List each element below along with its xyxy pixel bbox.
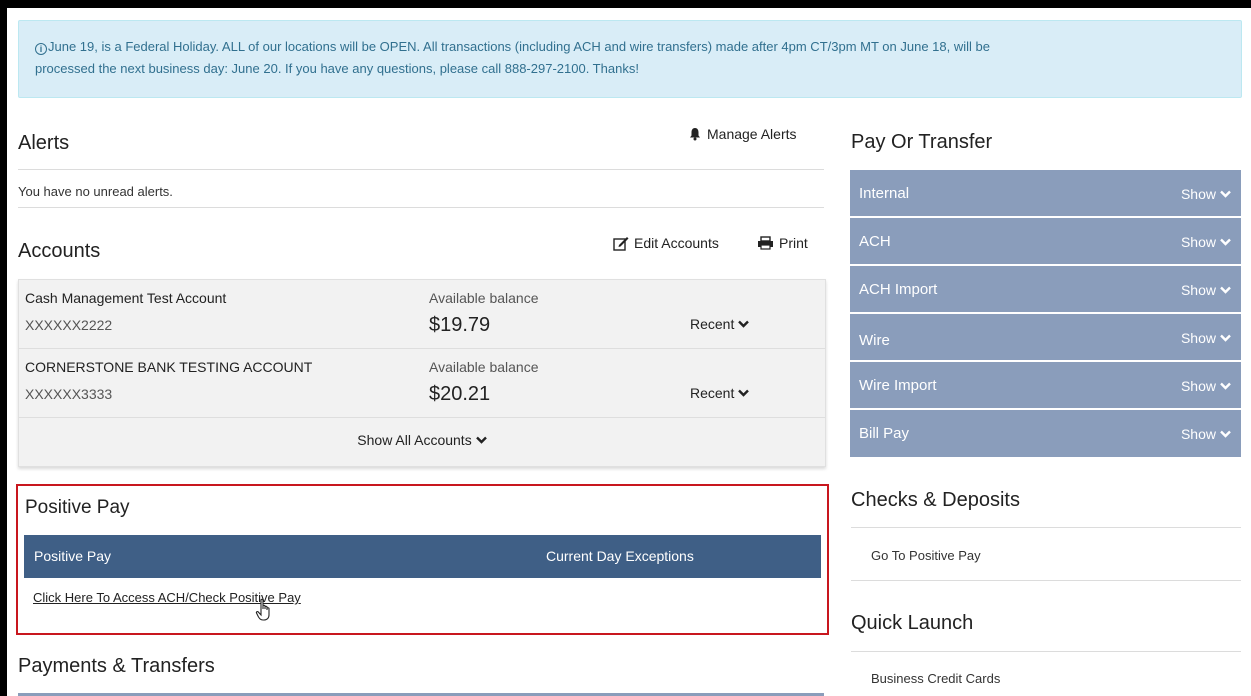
- banner-line-1: June 19, is a Federal Holiday. ALL of ou…: [48, 39, 990, 54]
- quick-launch-divider: [851, 651, 1241, 652]
- show-label: Show: [1180, 426, 1216, 442]
- window-frame-top: [0, 0, 1251, 8]
- print-link[interactable]: Print: [757, 235, 808, 251]
- recent-dropdown[interactable]: Recent: [690, 385, 750, 401]
- show-toggle[interactable]: Show: [1181, 234, 1231, 250]
- show-all-accounts-label: Show All Accounts: [357, 432, 472, 448]
- transfer-row-label: Wire: [859, 332, 890, 349]
- show-label: Show: [1180, 234, 1216, 250]
- transfer-row-wire-import[interactable]: Wire Import Show: [850, 362, 1241, 409]
- recent-label: Recent: [690, 316, 735, 332]
- transfer-row-internal[interactable]: Internal Show: [850, 170, 1241, 217]
- chevron-down-icon: [1220, 430, 1231, 438]
- account-balance: $19.79: [429, 314, 491, 336]
- accounts-list: Cash Management Test Account XXXXXX2222 …: [18, 279, 826, 467]
- chevron-down-icon: [1220, 238, 1231, 246]
- balance-label: Available balance: [429, 290, 539, 306]
- account-number: XXXXXX3333: [25, 386, 113, 402]
- transfer-row-ach[interactable]: ACH Show: [850, 218, 1241, 265]
- show-label: Show: [1180, 282, 1216, 298]
- show-label: Show: [1180, 186, 1216, 202]
- checks-deposits-bottom-divider: [851, 580, 1241, 581]
- show-all-accounts-button[interactable]: Show All Accounts: [19, 432, 825, 448]
- positive-pay-panel: Positive Pay Positive Pay Current Day Ex…: [16, 484, 829, 635]
- transfer-row-wire[interactable]: Wire Show: [850, 314, 1241, 361]
- transfer-row-label: Internal: [859, 185, 910, 202]
- transfer-row-label: Bill Pay: [859, 425, 910, 442]
- show-toggle[interactable]: Show: [1181, 426, 1231, 442]
- show-label: Show: [1180, 378, 1216, 394]
- chevron-down-icon: [1220, 286, 1231, 294]
- quick-launch-title: Quick Launch: [851, 612, 974, 634]
- edit-accounts-label: Edit Accounts: [634, 235, 719, 251]
- print-label: Print: [779, 235, 808, 251]
- edit-accounts-link[interactable]: Edit Accounts: [613, 235, 719, 251]
- transfer-row-label: Wire Import: [859, 377, 937, 394]
- chevron-down-icon: [475, 436, 487, 444]
- checks-deposits-title: Checks & Deposits: [851, 489, 1020, 511]
- show-toggle[interactable]: Show: [1181, 282, 1231, 298]
- chevron-down-icon: [1220, 334, 1231, 342]
- alerts-bottom-divider: [18, 207, 824, 208]
- transfer-row-bill-pay[interactable]: Bill Pay Show: [850, 410, 1241, 457]
- no-alerts-text: You have no unread alerts.: [18, 184, 173, 199]
- positive-pay-title: Positive Pay: [25, 497, 130, 518]
- alerts-title: Alerts: [18, 132, 70, 154]
- hand-cursor-icon: [255, 598, 270, 621]
- chevron-down-icon: [738, 389, 750, 397]
- account-balance: $20.21: [429, 383, 491, 405]
- banner-line-2: processed the next business day: June 20…: [35, 61, 639, 76]
- pay-or-transfer-title: Pay Or Transfer: [851, 131, 993, 153]
- business-credit-cards-link[interactable]: Business Credit Cards: [871, 671, 1000, 686]
- recent-label: Recent: [690, 385, 735, 401]
- pay-or-transfer-list: Internal Show ACH Show ACH Import Show W…: [850, 170, 1241, 457]
- positive-pay-column-header: Positive Pay: [34, 548, 112, 564]
- payments-transfers-title: Payments & Transfers: [18, 655, 215, 677]
- transfer-row-label: ACH: [859, 233, 891, 250]
- alerts-divider: [18, 169, 824, 170]
- recent-dropdown[interactable]: Recent: [690, 316, 750, 332]
- bell-icon: [690, 128, 700, 141]
- transfer-row-label: ACH Import: [859, 281, 938, 298]
- balance-label: Available balance: [429, 359, 539, 375]
- manage-alerts-link[interactable]: Manage Alerts: [688, 126, 797, 142]
- show-toggle[interactable]: Show: [1181, 186, 1231, 202]
- account-row[interactable]: Cash Management Test Account XXXXXX2222 …: [19, 280, 825, 349]
- go-to-positive-pay-link[interactable]: Go To Positive Pay: [871, 548, 981, 563]
- show-toggle[interactable]: Show: [1181, 330, 1231, 346]
- show-toggle[interactable]: Show: [1181, 378, 1231, 394]
- print-icon: [758, 236, 773, 250]
- account-number: XXXXXX2222: [25, 317, 113, 333]
- holiday-notice-banner: i June 19, is a Federal Holiday. ALL of o…: [18, 20, 1242, 98]
- window-frame-left: [0, 0, 7, 696]
- info-circle-icon: i: [35, 43, 47, 55]
- positive-pay-table-header: Positive Pay Current Day Exceptions: [24, 535, 821, 578]
- account-name[interactable]: Cash Management Test Account: [25, 290, 226, 306]
- chevron-down-icon: [1220, 190, 1231, 198]
- checks-deposits-divider: [851, 527, 1241, 528]
- account-name[interactable]: CORNERSTONE BANK TESTING ACCOUNT: [25, 359, 312, 375]
- accounts-title: Accounts: [18, 240, 101, 262]
- account-row[interactable]: CORNERSTONE BANK TESTING ACCOUNT XXXXXX3…: [19, 349, 825, 418]
- chevron-down-icon: [738, 320, 750, 328]
- manage-alerts-label: Manage Alerts: [707, 126, 797, 142]
- transfer-row-ach-import[interactable]: ACH Import Show: [850, 266, 1241, 313]
- edit-icon: [613, 236, 629, 251]
- current-day-exceptions-header: Current Day Exceptions: [546, 548, 694, 564]
- chevron-down-icon: [1220, 382, 1231, 390]
- show-label: Show: [1180, 330, 1216, 346]
